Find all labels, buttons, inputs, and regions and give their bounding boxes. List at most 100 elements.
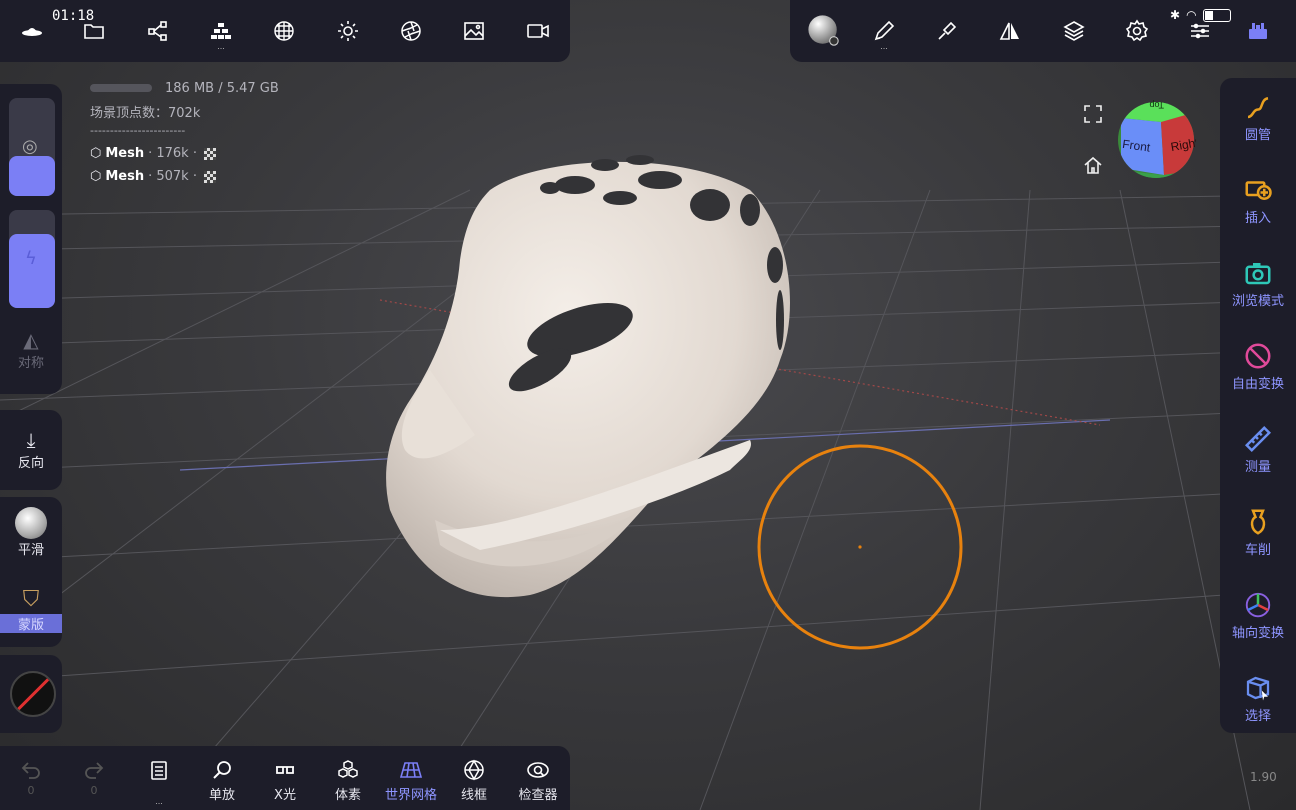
inspector-icon <box>527 762 549 778</box>
mesh-icon: ⬡ <box>90 146 102 161</box>
aperture-icon[interactable] <box>389 9 433 53</box>
undo-icon <box>21 762 40 779</box>
mesh-count: · 176k · <box>148 146 197 161</box>
top-left-toolbar: 01:18 ... <box>0 0 570 62</box>
wireframe-label: 线框 <box>460 788 487 803</box>
browse-mode-label: 浏览模式 <box>1231 294 1284 309</box>
camera-icon <box>1245 263 1271 285</box>
ruler-icon <box>1244 425 1272 453</box>
checker-icon[interactable] <box>203 170 216 183</box>
alpha-disabled-icon[interactable] <box>10 671 56 717</box>
alpha-panel <box>0 655 62 733</box>
checker-icon[interactable] <box>203 147 216 160</box>
lathe-tool[interactable]: 车削 <box>1220 501 1296 581</box>
glasses-icon <box>276 766 294 774</box>
intensity-fill <box>9 234 55 308</box>
radius-fill <box>9 156 55 196</box>
measure-tool[interactable]: 测量 <box>1220 418 1296 498</box>
undo-button[interactable]: 0 <box>0 746 62 808</box>
world-grid-button[interactable]: 世界网格 <box>380 746 442 808</box>
free-transform-label: 自由变换 <box>1231 377 1284 392</box>
voxel-button[interactable]: 体素 <box>317 746 379 808</box>
intensity-slider[interactable]: ϟ <box>9 210 55 308</box>
layers-icon[interactable] <box>1052 9 1096 53</box>
xray-button[interactable]: X光 <box>254 746 316 808</box>
document-button[interactable]: ... <box>128 746 190 808</box>
symmetry-button[interactable]: ◭ 对称 <box>0 328 62 371</box>
mask-brush-icon: ⛉ <box>22 587 40 612</box>
mesh-row[interactable]: ⬡ Mesh · 176k · <box>90 146 216 161</box>
graph-icon[interactable] <box>136 9 180 53</box>
mesh-name: Mesh <box>105 146 145 161</box>
axis-transform-tool[interactable]: 轴向变换 <box>1220 584 1296 664</box>
material-ball-icon[interactable] <box>802 9 846 53</box>
xray-label: X光 <box>274 788 296 803</box>
axis-transform-label: 轴向变换 <box>1231 626 1284 641</box>
mirror-icon: ◭ <box>23 328 39 352</box>
gizmo-icon <box>1245 592 1271 618</box>
sphere-grid-icon[interactable] <box>262 9 306 53</box>
brush-cursor <box>757 444 963 650</box>
bottom-toolbar: 0 0 ... 单放 X光 体素 世界网格 线框 检查器 <box>0 746 570 810</box>
video-icon[interactable] <box>516 9 560 53</box>
select-label: 选择 <box>1244 709 1271 724</box>
redo-button[interactable]: 0 <box>63 746 125 808</box>
smooth-brush-icon <box>15 507 47 539</box>
bluetooth-icon: ✱ <box>1170 8 1181 22</box>
folder-icon[interactable] <box>72 9 116 53</box>
tube-label: 圆管 <box>1244 128 1271 143</box>
world-grid-icon <box>399 762 423 778</box>
image-icon[interactable] <box>452 9 496 53</box>
inspector-label: 检查器 <box>518 788 558 803</box>
fullscreen-icon[interactable] <box>1083 104 1103 124</box>
select-tool[interactable]: 选择 <box>1220 667 1296 747</box>
arrow-down-icon: ⤓ <box>26 428 36 452</box>
left-panel: ◎ ϟ ◭ 对称 <box>0 84 62 394</box>
toolbox-icon[interactable] <box>1236 9 1280 53</box>
home-icon[interactable] <box>1083 155 1103 175</box>
voxel-icon <box>338 760 358 778</box>
tube-tool[interactable]: 圆管 <box>1220 86 1296 166</box>
top-right-toolbar: ... ✱ ◠ <box>790 0 1296 62</box>
mask-model[interactable] <box>380 150 800 610</box>
redo-icon <box>85 762 104 779</box>
mask-button[interactable]: ⛉ 蒙版 <box>0 587 62 633</box>
browse-mode-tool[interactable]: 浏览模式 <box>1220 252 1296 332</box>
pyramid-icon[interactable]: ... <box>199 9 243 53</box>
brush-icon[interactable] <box>925 9 969 53</box>
memory-bar <box>90 84 152 92</box>
battery-icon <box>1202 8 1231 22</box>
mesh-icon: ⬡ <box>90 169 102 184</box>
sun-icon[interactable] <box>326 9 370 53</box>
pen-icon[interactable]: ... <box>862 9 906 53</box>
smooth-button[interactable]: 平滑 <box>0 507 62 558</box>
redo-count: 0 <box>90 784 98 797</box>
smooth-label: 平滑 <box>17 543 44 558</box>
stats-separator: ------------------------ <box>90 124 186 137</box>
wireframe-button[interactable]: 线框 <box>443 746 505 808</box>
right-panel: 圆管 插入 浏览模式 自由变换 测量 车削 轴向变换 选择 <box>1220 78 1296 733</box>
inspector-button[interactable]: 检查器 <box>507 746 569 808</box>
view-cube-top[interactable]: Top <box>1149 100 1164 110</box>
mirror-icon[interactable] <box>988 9 1032 53</box>
gear-icon[interactable] <box>1115 9 1159 53</box>
insert-label: 插入 <box>1244 211 1271 226</box>
reverse-button[interactable]: ⤓ 反向 <box>0 428 62 471</box>
vertex-count: 场景顶点数：702k <box>90 106 201 121</box>
insert-tool[interactable]: 插入 <box>1220 169 1296 249</box>
mesh-row[interactable]: ⬡ Mesh · 507k · <box>90 169 216 184</box>
lightning-icon: ϟ <box>25 248 37 269</box>
version-label: 1.90 <box>1250 770 1277 784</box>
logo-icon[interactable] <box>10 8 54 52</box>
measure-label: 测量 <box>1244 460 1271 475</box>
mesh-name: Mesh <box>105 169 145 184</box>
reverse-label: 反向 <box>17 456 44 471</box>
radius-slider[interactable]: ◎ <box>9 98 55 196</box>
free-transform-tool[interactable]: 自由变换 <box>1220 335 1296 415</box>
view-cube[interactable]: Front Right Top <box>1116 100 1196 180</box>
status-icons: ✱ ◠ <box>1170 8 1231 22</box>
undo-count: 0 <box>27 784 35 797</box>
document-icon <box>151 761 167 780</box>
solo-button[interactable]: 单放 <box>191 746 253 808</box>
mask-label: 蒙版 <box>0 614 62 633</box>
